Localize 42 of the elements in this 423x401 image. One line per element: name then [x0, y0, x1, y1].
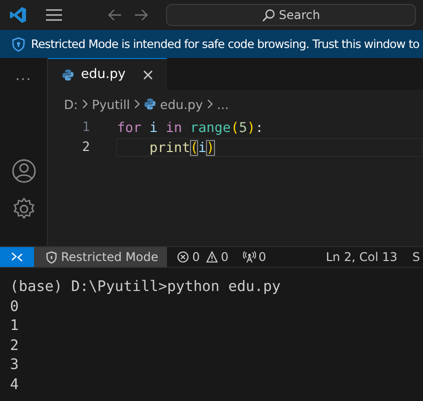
remote-icon: [11, 252, 23, 262]
restricted-mode-banner-text: Restricted Mode is intended for safe code browsing. Trust this window to: [31, 37, 420, 51]
forward-arrow-icon[interactable]: [134, 9, 148, 21]
cursor-position[interactable]: Ln 2, Col 13: [326, 250, 398, 264]
remote-button[interactable]: [0, 247, 34, 267]
chevron-icon: [134, 99, 140, 109]
line-number: 1: [81, 120, 90, 134]
chevron-icon: [82, 99, 88, 109]
breadcrumb-item[interactable]: Pyutill: [92, 96, 130, 112]
close-icon[interactable]: [143, 70, 153, 80]
shield-icon: [12, 36, 25, 52]
terminal-line: 3: [10, 356, 19, 375]
editor-tab[interactable]: edu.py: [48, 58, 167, 90]
terminal-line: 4: [10, 376, 19, 394]
chevron-icon: [206, 99, 213, 109]
settings-icon[interactable]: [12, 197, 36, 221]
terminal-line: 1: [10, 317, 19, 336]
python-file-icon: [62, 68, 74, 80]
shield-icon: [46, 250, 57, 264]
code-line: for i in range(5):: [116, 118, 264, 136]
restricted-mode-button[interactable]: Restricted Mode: [34, 247, 168, 267]
terminal-line: 2: [10, 336, 19, 356]
warning-icon: [206, 251, 218, 263]
problems-button[interactable]: 0 0: [177, 250, 228, 264]
back-arrow-icon[interactable]: [108, 9, 122, 21]
account-icon[interactable]: [12, 159, 36, 183]
python-file-icon: [144, 98, 156, 110]
line-number: 2: [81, 140, 90, 154]
status-item[interactable]: S: [412, 250, 420, 264]
breadcrumb-item[interactable]: ...: [216, 96, 229, 112]
ports-button[interactable]: 0: [242, 250, 266, 264]
more-icon[interactable]: ···: [15, 72, 32, 88]
search-field[interactable]: Search: [166, 4, 416, 26]
error-icon: [177, 251, 190, 263]
terminal-line: (base) D:\Pyutill>python edu.py: [10, 278, 281, 297]
search-icon: [262, 8, 275, 22]
menu-icon[interactable]: [46, 9, 62, 21]
antenna-icon: [242, 251, 256, 263]
terminal-line: 0: [10, 298, 19, 316]
breadcrumb-item[interactable]: edu.py: [160, 96, 203, 112]
app-logo-icon[interactable]: [9, 6, 27, 24]
breadcrumb-item[interactable]: D:: [64, 96, 78, 112]
